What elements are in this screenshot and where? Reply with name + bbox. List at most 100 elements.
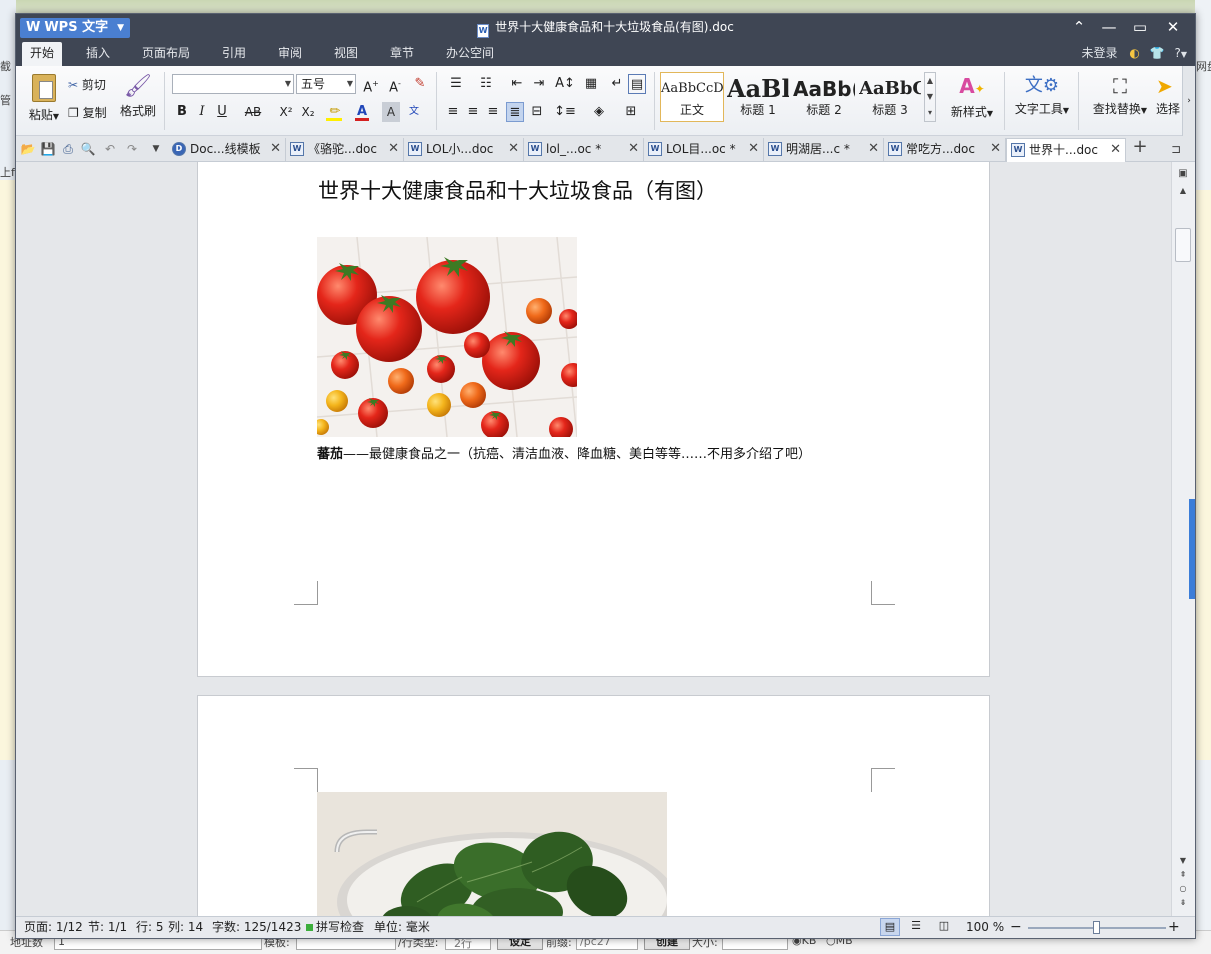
justify-icon[interactable]: ≣	[506, 102, 524, 122]
close-tab-icon[interactable]: ✕	[1110, 139, 1121, 161]
new-tab-icon[interactable]: +	[1132, 138, 1148, 156]
zoom-slider-thumb[interactable]	[1093, 921, 1100, 934]
tab-insert[interactable]: 插入	[76, 42, 120, 66]
show-marks-icon[interactable]: ▤	[628, 74, 646, 94]
line-spacing-icon[interactable]: ↕≡	[554, 102, 576, 122]
close-tab-icon[interactable]: ✕	[868, 138, 879, 160]
status-unit[interactable]: 单位: 毫米	[374, 917, 430, 937]
copy-button[interactable]: ❐ 复制	[68, 104, 107, 121]
style-heading-3[interactable]: AaBbC 标题 3	[858, 72, 922, 122]
document-tab[interactable]: W 常吃方...doc ✕	[884, 138, 1006, 162]
login-status[interactable]: 未登录	[1082, 46, 1118, 60]
side-panel-toggle[interactable]	[1189, 499, 1195, 599]
save-icon[interactable]: 💾	[40, 141, 56, 157]
strikethrough-button[interactable]: AB	[240, 102, 266, 122]
format-painter-button[interactable]: 🖌 格式刷	[118, 72, 158, 128]
font-name-select[interactable]: ▼	[172, 74, 294, 94]
close-tab-icon[interactable]: ✕	[508, 138, 519, 160]
numbered-list-icon[interactable]: ☷	[474, 74, 498, 94]
italic-button[interactable]: I	[194, 102, 210, 122]
text-tools-button[interactable]: 文⚙ 文字工具▼	[1010, 72, 1074, 128]
document-tab[interactable]: W LOL小...doc ✕	[404, 138, 524, 162]
document-tab[interactable]: W LOL目...oc * ✕	[644, 138, 764, 162]
close-tab-icon[interactable]: ✕	[990, 138, 1001, 160]
tab-page-layout[interactable]: 页面布局	[134, 42, 198, 66]
tab-list-icon[interactable]: ⊐	[1168, 141, 1184, 157]
document-tab[interactable]: W 明湖居...c * ✕	[764, 138, 884, 162]
zoom-out-button[interactable]: −	[1010, 917, 1022, 937]
grow-font-button[interactable]: A+	[362, 74, 380, 95]
tab-review[interactable]: 审阅	[268, 42, 312, 66]
distribute-icon[interactable]: ⊟	[528, 102, 546, 122]
scroll-up-icon[interactable]: ▲	[1176, 186, 1190, 198]
close-tab-icon[interactable]: ✕	[628, 138, 639, 160]
zoom-in-button[interactable]: +	[1168, 917, 1180, 937]
align-center-icon[interactable]: ≡	[464, 102, 482, 122]
document-tab[interactable]: Wlol_...oc * ✕	[524, 138, 644, 162]
close-button[interactable]: ✕	[1158, 14, 1188, 40]
document-tab[interactable]: W 《骆驼...doc ✕	[286, 138, 404, 162]
close-tab-icon[interactable]: ✕	[388, 138, 399, 160]
split-view-icon[interactable]: ▣	[1176, 168, 1190, 182]
skin-icon[interactable]: ◐	[1129, 46, 1139, 60]
status-page[interactable]: 页面: 1/12	[24, 917, 83, 937]
cut-button[interactable]: ✂ 剪切	[68, 76, 106, 93]
underline-button[interactable]: U	[214, 102, 230, 122]
tab-home[interactable]: 开始	[22, 42, 62, 66]
zoom-level[interactable]: 100 %	[966, 917, 1004, 937]
find-replace-button[interactable]: ⛶ 查找替换▼	[1088, 72, 1152, 128]
minimize-button[interactable]: —	[1094, 14, 1124, 40]
tab-office-space[interactable]: 办公空间	[436, 42, 504, 66]
new-style-button[interactable]: A✦ 新样式▼	[944, 72, 1000, 128]
select-button[interactable]: ➤ 选择	[1156, 72, 1184, 128]
subscript-button[interactable]: X₂	[298, 102, 318, 122]
style-heading-1[interactable]: AaBl 标题 1	[726, 72, 790, 122]
close-tab-icon[interactable]: ✕	[270, 138, 281, 160]
table-icon[interactable]: ▦	[582, 74, 600, 94]
document-page[interactable]: 世界十大健康食品和十大垃圾食品（有图） 蕃茄——最健康食品之一（抗癌、清洁血液、…	[197, 162, 990, 677]
font-size-select[interactable]: 五号 ▼	[296, 74, 356, 94]
borders-icon[interactable]: ⊞	[620, 102, 642, 122]
line-break-icon[interactable]: ↵	[608, 74, 626, 94]
outline-view-icon[interactable]: ☰	[906, 918, 926, 936]
tab-chapter[interactable]: 章节	[380, 42, 424, 66]
char-shading-icon[interactable]: A	[382, 102, 400, 122]
tab-references[interactable]: 引用	[212, 42, 256, 66]
page-view-icon[interactable]: ▤	[880, 918, 900, 936]
maximize-button[interactable]: ▭	[1125, 14, 1155, 40]
open-folder-icon[interactable]: 📂	[20, 141, 36, 157]
highlight-icon[interactable]: ✏	[324, 102, 346, 122]
align-left-icon[interactable]: ≡	[444, 102, 462, 122]
prev-page-icon[interactable]: ⇞	[1176, 870, 1190, 882]
scroll-down-icon[interactable]: ▼	[1176, 856, 1190, 868]
style-heading-2[interactable]: AaBb( 标题 2	[792, 72, 856, 122]
spinach-image[interactable]	[317, 792, 667, 916]
document-tab-active[interactable]: W 世界十...doc ✕	[1006, 138, 1126, 162]
paragraph-shading-icon[interactable]: ◈	[588, 102, 610, 122]
clear-format-icon[interactable]: ✎	[410, 74, 430, 94]
bullet-list-icon[interactable]: ☰	[444, 74, 468, 94]
styles-scroll[interactable]: ▲ ▼ ▾	[924, 72, 936, 122]
tomato-image[interactable]	[317, 237, 577, 437]
paste-button[interactable]: 粘贴▼	[24, 72, 64, 128]
close-tab-icon[interactable]: ✕	[748, 138, 759, 160]
scrollbar-thumb[interactable]	[1175, 228, 1191, 262]
document-page[interactable]	[197, 695, 990, 916]
font-color-icon[interactable]: A	[352, 102, 372, 122]
phonetic-guide-icon[interactable]: 文	[404, 102, 424, 122]
word-count[interactable]: 字数: 125/1423	[212, 917, 301, 937]
ribbon-scroll-right[interactable]: ›	[1182, 66, 1195, 136]
text-direction-icon[interactable]: A↕	[554, 74, 576, 94]
quick-access-menu-icon[interactable]: ▼	[148, 141, 164, 157]
bold-button[interactable]: B	[174, 102, 190, 122]
image-caption[interactable]: 蕃茄——最健康食品之一（抗癌、清洁血液、降血糖、美白等等……不用多介绍了吧）	[317, 443, 811, 462]
tab-view[interactable]: 视图	[324, 42, 368, 66]
document-tab[interactable]: D Doc...线模板 ✕	[168, 138, 286, 162]
print-icon[interactable]: ⎙	[60, 141, 76, 157]
increase-indent-icon[interactable]: ⇥	[530, 74, 548, 94]
style-normal[interactable]: AaBbCcDd 正文	[660, 72, 724, 122]
next-page-icon[interactable]: ⇟	[1176, 898, 1190, 910]
redo-icon[interactable]: ↷	[124, 141, 140, 157]
ribbon-collapse-button[interactable]: ⌃	[1064, 14, 1094, 40]
shrink-font-button[interactable]: A-	[386, 74, 404, 95]
